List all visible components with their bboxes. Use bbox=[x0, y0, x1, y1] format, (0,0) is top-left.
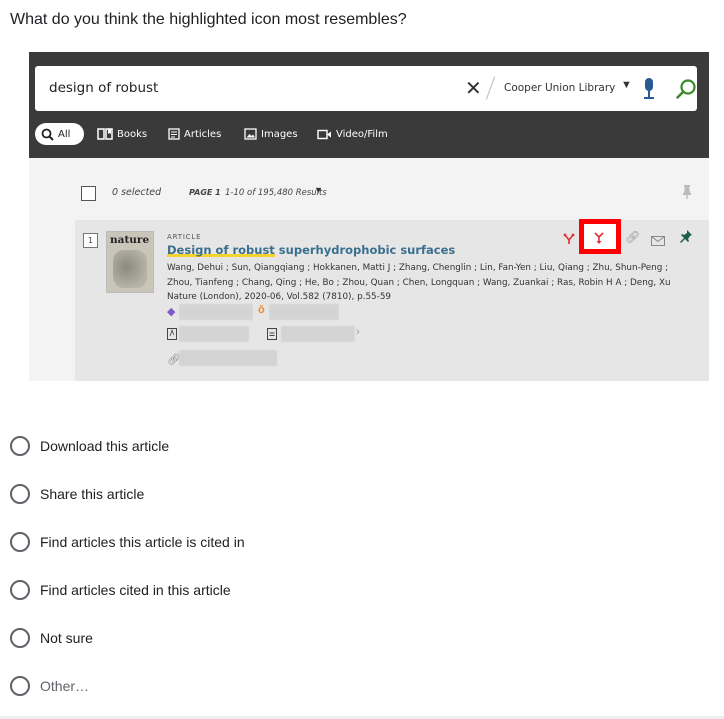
pdf-icon[interactable] bbox=[167, 328, 177, 343]
redacted-link[interactable] bbox=[281, 326, 355, 342]
cited-by-icon[interactable] bbox=[593, 230, 605, 249]
search-input[interactable]: design of robust bbox=[49, 80, 158, 96]
tab-label: Video/Film bbox=[336, 128, 388, 140]
redacted-link[interactable] bbox=[179, 326, 249, 342]
tab-all[interactable]: All bbox=[35, 123, 84, 145]
question-text: What do you think the highlighted icon m… bbox=[10, 11, 407, 28]
option-label[interactable]: Download this article bbox=[40, 438, 169, 454]
email-icon[interactable] bbox=[651, 231, 665, 250]
redacted-link[interactable] bbox=[179, 350, 277, 366]
record-source: Nature (London), 2020-06, Vol.582 (7810)… bbox=[167, 292, 392, 302]
option-not-sure[interactable]: Not sure bbox=[10, 626, 93, 650]
pin-icon[interactable] bbox=[682, 184, 692, 205]
radio-button[interactable] bbox=[10, 532, 30, 552]
thumbnail-title: nature bbox=[110, 234, 150, 246]
search-box[interactable]: design of robust ✕ Cooper Union Library … bbox=[35, 66, 697, 111]
screenshot-panel: design of robust ✕ Cooper Union Library … bbox=[29, 52, 709, 381]
option-download[interactable]: Download this article bbox=[10, 434, 169, 458]
option-cited[interactable]: Find articles cited in this article bbox=[10, 578, 231, 602]
select-all-checkbox[interactable] bbox=[81, 186, 96, 201]
redacted-text bbox=[269, 304, 339, 320]
result-record[interactable]: 1 nature ARTICLE Design of robust superh… bbox=[75, 219, 709, 381]
chevron-down-icon[interactable]: ▼ bbox=[314, 185, 323, 195]
clear-search-icon[interactable]: ✕ bbox=[465, 76, 482, 100]
record-title[interactable]: Design of robust superhydrophobic surfac… bbox=[167, 243, 455, 257]
option-share[interactable]: Share this article bbox=[10, 482, 144, 506]
chevron-right-icon[interactable]: › bbox=[356, 326, 360, 338]
chevron-down-icon[interactable]: ▼ bbox=[621, 79, 632, 91]
search-icon bbox=[41, 128, 54, 141]
tab-books[interactable]: Books bbox=[97, 123, 147, 145]
article-icon bbox=[168, 128, 180, 140]
option-label[interactable]: Not sure bbox=[40, 630, 93, 646]
record-authors: Wang, Dehui ; Sun, Qiangqiang ; Hokkanen… bbox=[167, 261, 707, 305]
record-number[interactable]: 1 bbox=[83, 233, 98, 248]
authors-line: Zhou, Tianfeng ; Chang, Qing ; He, Bo ; … bbox=[167, 277, 671, 288]
search-header: design of robust ✕ Cooper Union Library … bbox=[29, 52, 709, 158]
link-icon[interactable]: 🔗︎ bbox=[625, 230, 640, 244]
option-label[interactable]: Share this article bbox=[40, 486, 144, 502]
search-button[interactable] bbox=[675, 78, 697, 105]
option-label[interactable]: Other… bbox=[40, 678, 89, 694]
tab-video-film[interactable]: Video/Film bbox=[317, 123, 388, 145]
peer-reviewed-icon: ◆ bbox=[167, 306, 176, 318]
selected-count: 0 selected bbox=[112, 187, 162, 198]
tab-label: Articles bbox=[184, 128, 222, 140]
authors-line: Wang, Dehui ; Sun, Qiangqiang ; Hokkanen… bbox=[167, 263, 669, 273]
option-label[interactable]: Find articles this article is cited in bbox=[40, 534, 245, 550]
tab-label: Books bbox=[117, 128, 148, 140]
image-icon bbox=[244, 128, 257, 140]
tab-label: Images bbox=[261, 128, 298, 140]
option-cited-in[interactable]: Find articles this article is cited in bbox=[10, 530, 245, 554]
page-label: PAGE 1 bbox=[189, 188, 221, 197]
tab-label: All bbox=[58, 128, 71, 140]
microphone-icon[interactable] bbox=[643, 78, 655, 100]
cover-image bbox=[113, 250, 147, 288]
cover-thumbnail[interactable]: nature bbox=[106, 231, 154, 293]
option-label[interactable]: Find articles cited in this article bbox=[40, 582, 231, 598]
results-count: 1-10 of 195,480 Results bbox=[225, 188, 327, 198]
pin-icon[interactable] bbox=[680, 229, 692, 248]
search-scope-select[interactable]: Cooper Union Library bbox=[504, 82, 615, 94]
results-toolbar: 0 selected PAGE 1 1-10 of 195,480 Result… bbox=[76, 174, 709, 214]
option-other[interactable]: Other… bbox=[10, 674, 89, 698]
radio-button[interactable] bbox=[10, 436, 30, 456]
book-icon bbox=[97, 128, 113, 140]
video-icon bbox=[317, 129, 332, 140]
document-icon[interactable] bbox=[267, 328, 277, 343]
tab-images[interactable]: Images bbox=[244, 123, 298, 145]
open-access-icon: ŏ bbox=[258, 304, 265, 316]
radio-button[interactable] bbox=[10, 484, 30, 504]
title-rest[interactable]: superhydrophobic surfaces bbox=[275, 243, 455, 257]
redacted-text bbox=[179, 304, 253, 320]
radio-button[interactable] bbox=[10, 676, 30, 696]
radio-button[interactable] bbox=[10, 628, 30, 648]
tab-articles[interactable]: Articles bbox=[168, 123, 221, 145]
resource-type: ARTICLE bbox=[167, 233, 202, 241]
title-highlight[interactable]: Design of robust bbox=[167, 243, 275, 257]
divider bbox=[485, 76, 496, 100]
citing-icon[interactable] bbox=[563, 230, 575, 249]
radio-button[interactable] bbox=[10, 580, 30, 600]
